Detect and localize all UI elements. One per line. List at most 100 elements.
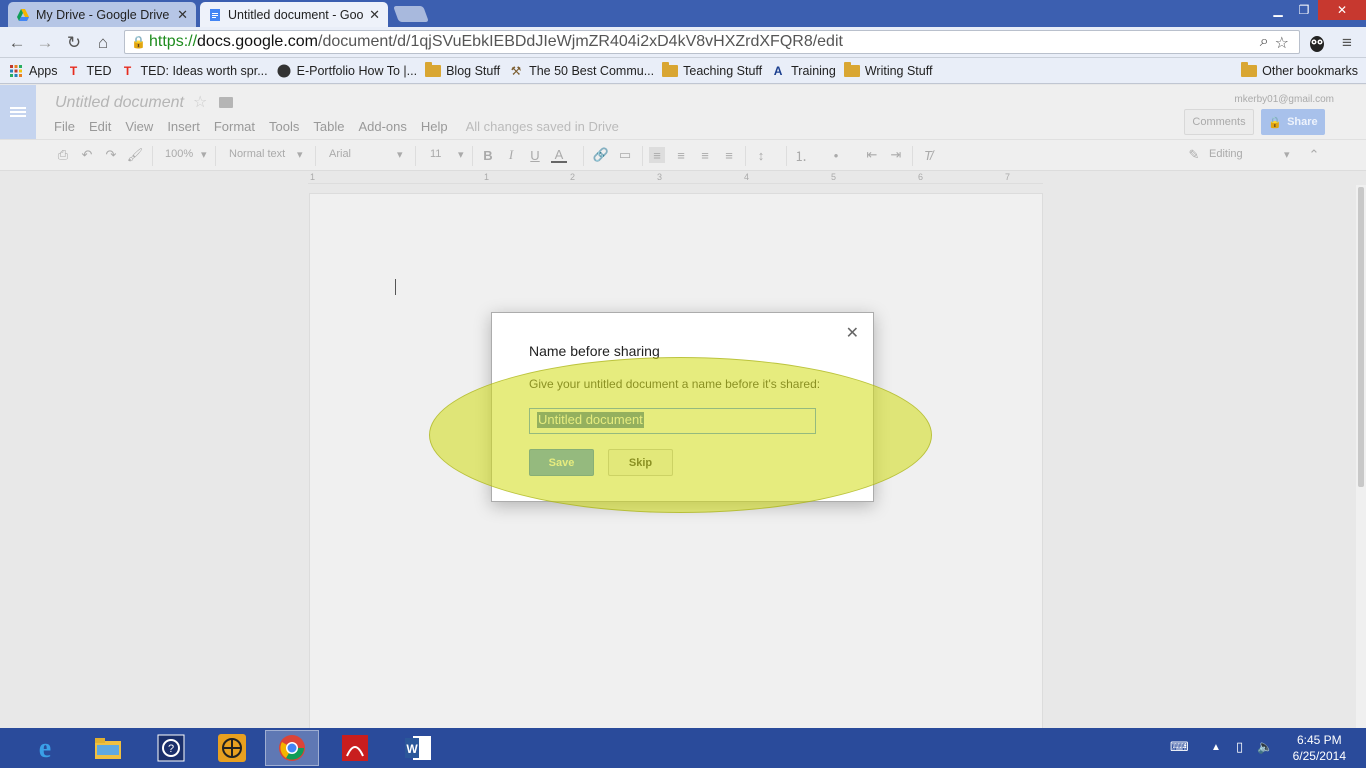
bookmark-teaching-stuff[interactable]: Teaching Stuff bbox=[662, 61, 762, 78]
lock-icon: 🔒 bbox=[131, 35, 146, 49]
chrome-icon[interactable] bbox=[265, 730, 319, 766]
document-name-input[interactable] bbox=[529, 408, 816, 434]
pencil-icon: ✎ bbox=[1188, 147, 1200, 162]
bookmark-50-best[interactable]: ⚒ The 50 Best Commu... bbox=[508, 64, 654, 78]
editing-mode-select[interactable]: Editing bbox=[1209, 148, 1243, 160]
bookmark-apps[interactable]: Apps bbox=[8, 64, 58, 78]
decrease-indent-icon[interactable]: ⇤ bbox=[864, 147, 880, 163]
ruler-number: 3 bbox=[657, 172, 663, 182]
print-icon[interactable]: ⎙ bbox=[55, 147, 71, 163]
save-button[interactable]: Save bbox=[529, 449, 594, 476]
paint-format-icon[interactable]: 🖌 bbox=[127, 147, 144, 163]
menu-help[interactable]: Help bbox=[421, 119, 448, 134]
font-size-select[interactable]: 11 bbox=[430, 148, 441, 160]
align-right-icon[interactable]: ≡ bbox=[697, 147, 713, 163]
menu-file[interactable]: File bbox=[54, 119, 75, 134]
file-explorer-icon[interactable] bbox=[81, 730, 135, 766]
home-icon[interactable]: ⌂ bbox=[92, 32, 114, 54]
close-window-icon[interactable]: ✕ bbox=[1318, 0, 1366, 20]
bookmark-blog-stuff[interactable]: Blog Stuff bbox=[425, 61, 500, 78]
text-color-icon[interactable]: A bbox=[551, 147, 567, 163]
site-icon: A bbox=[773, 63, 783, 78]
bold-icon[interactable]: B bbox=[480, 147, 496, 163]
menu-format[interactable]: Format bbox=[214, 119, 255, 134]
undo-icon[interactable]: ↶ bbox=[79, 147, 95, 163]
bookmark-eportfolio[interactable]: E-Portfolio How To |... bbox=[276, 64, 417, 78]
minimize-icon[interactable]: ▁ bbox=[1266, 0, 1290, 20]
insert-image-icon[interactable]: ▭ bbox=[617, 147, 633, 163]
url-input[interactable]: 🔒 https://docs.google.com/document/d/1qj… bbox=[124, 30, 1300, 54]
document-title[interactable]: Untitled document bbox=[55, 94, 184, 112]
account-email[interactable]: mkerby01@gmail.com bbox=[1234, 94, 1334, 105]
increase-indent-icon[interactable]: ⇥ bbox=[888, 147, 904, 163]
justify-icon[interactable]: ≡ bbox=[721, 147, 737, 163]
menu-addons[interactable]: Add-ons bbox=[358, 119, 406, 134]
bookmark-other[interactable]: Other bookmarks bbox=[1241, 61, 1358, 78]
globe-app-icon[interactable] bbox=[205, 730, 259, 766]
clock-time: 6:45 PM bbox=[1296, 733, 1342, 747]
italic-icon[interactable]: I bbox=[503, 147, 519, 163]
new-tab-button[interactable] bbox=[393, 6, 429, 22]
collapse-icon[interactable]: ⌃ bbox=[1306, 147, 1322, 163]
word-icon[interactable]: W bbox=[391, 730, 445, 766]
style-select[interactable]: Normal text bbox=[229, 148, 285, 160]
internet-explorer-icon[interactable]: e bbox=[18, 730, 72, 766]
menu-edit[interactable]: Edit bbox=[89, 119, 111, 134]
bookmark-ted-ideas[interactable]: T TED: Ideas worth spr... bbox=[120, 64, 268, 78]
chevron-down-icon: ▾ bbox=[397, 149, 403, 161]
move-to-folder-icon[interactable] bbox=[219, 97, 233, 108]
menu-tools[interactable]: Tools bbox=[269, 119, 299, 134]
reload-icon[interactable]: ↻ bbox=[63, 32, 85, 54]
link-icon[interactable]: 🔗 bbox=[593, 147, 609, 163]
font-select[interactable]: Arial bbox=[329, 148, 351, 160]
ruler-number: 1 bbox=[310, 172, 316, 182]
bulleted-list-icon[interactable]: • bbox=[828, 147, 844, 163]
restore-icon[interactable]: ❐ bbox=[1292, 0, 1316, 20]
tab-my-drive[interactable]: My Drive - Google Drive ✕ bbox=[8, 2, 196, 27]
menu-table[interactable]: Table bbox=[313, 119, 344, 134]
align-center-icon[interactable]: ≡ bbox=[673, 147, 689, 163]
ruler-number: 5 bbox=[831, 172, 837, 182]
scrollbar-thumb[interactable] bbox=[1358, 187, 1364, 487]
underline-icon[interactable]: U bbox=[527, 147, 543, 163]
docs-home-icon[interactable] bbox=[0, 85, 36, 139]
share-button[interactable]: 🔒 Share bbox=[1261, 109, 1325, 135]
volume-icon[interactable]: 🔈 bbox=[1257, 739, 1273, 755]
adobe-reader-icon[interactable] bbox=[328, 730, 382, 766]
align-left-icon[interactable]: ≡ bbox=[649, 147, 665, 163]
skip-button[interactable]: Skip bbox=[608, 449, 673, 476]
close-icon[interactable]: ✕ bbox=[846, 323, 859, 343]
bookmark-ted[interactable]: T TED bbox=[66, 64, 112, 78]
vertical-scrollbar[interactable] bbox=[1356, 185, 1366, 728]
menu-view[interactable]: View bbox=[125, 119, 153, 134]
clear-formatting-icon[interactable]: T̸ bbox=[920, 147, 936, 163]
forward-icon[interactable]: → bbox=[34, 32, 56, 54]
bookmark-star-icon[interactable]: ☆ bbox=[1275, 33, 1289, 53]
numbered-list-icon[interactable]: ⒈ bbox=[793, 147, 809, 164]
show-hidden-icons-icon[interactable]: ▲ bbox=[1211, 742, 1221, 753]
keyboard-icon[interactable]: ⌨ bbox=[1170, 739, 1189, 755]
svg-text:?: ? bbox=[168, 743, 174, 755]
close-tab-icon[interactable]: ✕ bbox=[369, 7, 380, 23]
chevron-down-icon: ▾ bbox=[201, 149, 207, 161]
battery-icon[interactable]: ▯ bbox=[1236, 739, 1243, 755]
back-icon[interactable]: ← bbox=[6, 32, 28, 54]
url-host: docs.google.com bbox=[197, 33, 318, 50]
comments-button[interactable]: Comments bbox=[1184, 109, 1254, 135]
search-icon[interactable]: ⌕ bbox=[1260, 33, 1269, 53]
menu-icon[interactable]: ≡ bbox=[1336, 32, 1358, 54]
line-spacing-icon[interactable]: ↕ bbox=[753, 147, 769, 163]
help-app-icon[interactable]: ? bbox=[144, 730, 198, 766]
bookmark-writing-stuff[interactable]: Writing Stuff bbox=[843, 61, 932, 78]
tab-untitled-document[interactable]: Untitled document - Goog ✕ bbox=[200, 2, 388, 27]
close-tab-icon[interactable]: ✕ bbox=[177, 7, 188, 23]
star-icon[interactable]: ☆ bbox=[193, 92, 207, 112]
ruler[interactable]: 1 1 2 3 4 5 6 7 bbox=[308, 172, 1043, 184]
menu-insert[interactable]: Insert bbox=[167, 119, 200, 134]
bookmarks-bar: Apps T TED T TED: Ideas worth spr... E-P… bbox=[0, 58, 1366, 84]
system-clock[interactable]: 6:45 PM 6/25/2014 bbox=[1293, 732, 1346, 764]
zoom-select[interactable]: 100% bbox=[165, 148, 193, 160]
redo-icon[interactable]: ↷ bbox=[103, 147, 119, 163]
bookmark-training[interactable]: A Training bbox=[770, 64, 836, 78]
extension-owl-icon[interactable] bbox=[1306, 32, 1328, 54]
